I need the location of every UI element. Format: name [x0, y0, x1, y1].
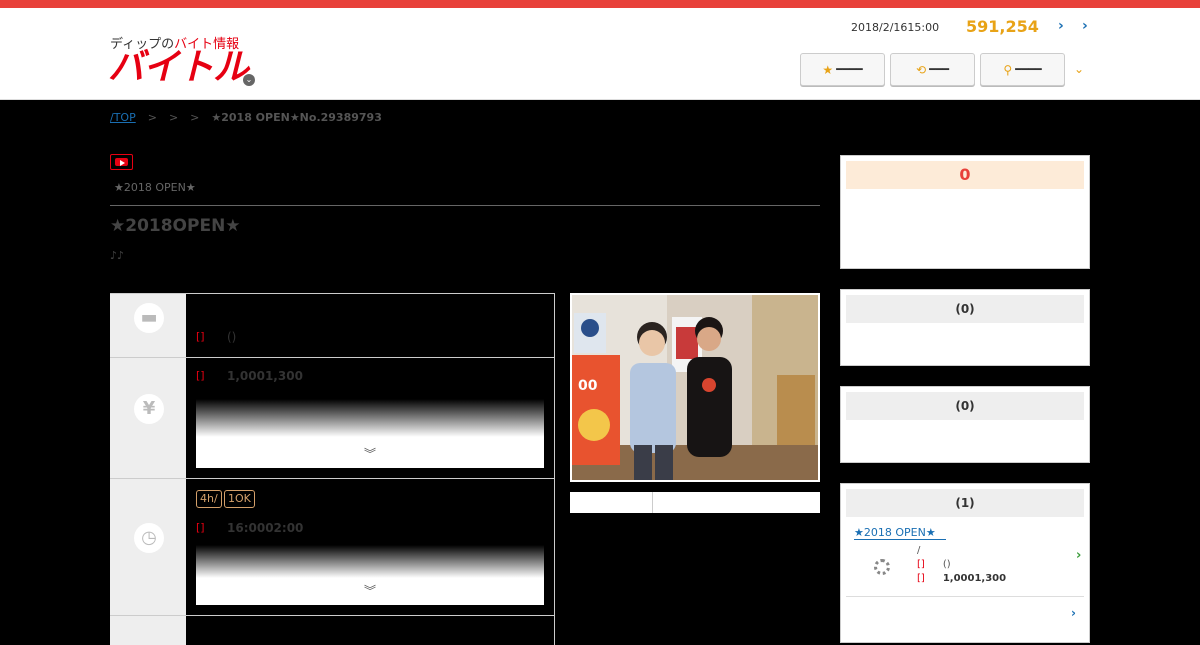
viewed-job-tag: []: [917, 559, 925, 570]
info-row-job-type: ▬ [] (): [110, 293, 555, 357]
hours-badge: 1OK: [224, 490, 255, 508]
recent-jobs-box: (0): [840, 289, 1090, 366]
breadcrumb-separator: >: [190, 111, 200, 124]
salary-detail-collapsed: ︾: [196, 399, 544, 468]
tab-divider: [652, 492, 653, 513]
favorite-jobs-header: (0): [846, 392, 1084, 420]
star-icon: ★: [822, 62, 834, 77]
job-subtitle: ★2018 OPEN★: [114, 181, 196, 194]
chevron-right-icon[interactable]: ›: [1076, 548, 1081, 563]
job-notes: ♪♪: [110, 249, 125, 262]
loading-spinner-icon: [874, 559, 890, 575]
more-link-chevron-icon[interactable]: ›: [1071, 606, 1076, 620]
row-value: (): [227, 330, 237, 344]
info-row-location: [110, 615, 555, 645]
job-title: ★2018OPEN★: [110, 216, 241, 236]
site-logo[interactable]: バイトル: [108, 48, 249, 88]
expand-chevron-icon[interactable]: ︾: [196, 445, 544, 462]
info-row-hours: ◷ 4h/ 1OK [] 16:0002:00 ︾: [110, 478, 555, 615]
site-header: ディップのバイト情報 バイトル ⌄ 2018/2/1615:00 591,254…: [0, 8, 1200, 100]
viewed-job-link[interactable]: ★2018 OPEN★: [854, 526, 946, 540]
divider: [846, 596, 1084, 597]
row-tag: []: [196, 369, 205, 382]
row-tag: []: [196, 330, 205, 343]
viewed-job-category-text: /: [917, 545, 921, 556]
yen-icon: ¥: [134, 394, 164, 424]
expand-chevron-icon[interactable]: ︾: [196, 582, 544, 599]
divider: [110, 205, 820, 206]
favorites-button[interactable]: ★ ━━━━: [800, 53, 885, 86]
viewed-job-tag: []: [917, 573, 925, 584]
row-value: 1,0001,300: [227, 369, 303, 383]
chevron-down-icon[interactable]: ⌄: [1074, 62, 1084, 76]
history-button[interactable]: ⟲ ━━━: [890, 53, 975, 86]
top-accent-bar: [0, 0, 1200, 8]
clock-icon: ◷: [134, 523, 164, 553]
row-icon-cell: ▬: [110, 294, 186, 357]
breadcrumb-current: ★2018 OPEN★No.29389793: [211, 111, 382, 124]
logo-menu-chevron-icon[interactable]: ⌄: [243, 74, 255, 86]
search-icon: ⚲: [1003, 62, 1013, 77]
application-count: 0: [846, 161, 1084, 189]
viewed-jobs-header: (1): [846, 489, 1084, 517]
staff-photo: 00: [572, 295, 818, 480]
viewed-job-salary-value: 1,0001,300: [942, 573, 1007, 584]
breadcrumb-separator: >: [168, 111, 179, 124]
viewed-job-type-value: (): [942, 559, 951, 570]
favorite-jobs-box: (0): [840, 386, 1090, 463]
viewed-job-type: [] (): [917, 559, 951, 570]
row-content: [] (): [186, 294, 555, 357]
row-content: [186, 616, 555, 645]
workplace-photo[interactable]: 00: [570, 293, 820, 482]
row-value: 16:0002:00: [227, 521, 304, 535]
chevron-right-icon[interactable]: ›: [1082, 18, 1088, 34]
video-icon[interactable]: [110, 154, 133, 170]
recent-jobs-header: (0): [846, 295, 1084, 323]
hours-badge: 4h/: [196, 490, 222, 508]
row-tag: []: [196, 521, 205, 534]
row-icon-cell: ◷: [110, 479, 186, 615]
viewed-job-salary: [] 1,0001,300: [917, 573, 1006, 584]
breadcrumb: /TOP > > > ★2018 OPEN★No.29389793: [110, 111, 382, 124]
row-icon-cell: [110, 616, 186, 645]
photo-tabs[interactable]: [570, 492, 820, 513]
viewed-job-category: /: [917, 545, 920, 556]
job-count: 591,254: [966, 17, 1039, 36]
viewed-jobs-box: (1) ★2018 OPEN★ / [] () [] 1,0001,300 › ›: [840, 483, 1090, 643]
breadcrumb-top-link[interactable]: /TOP: [110, 111, 136, 124]
search-button[interactable]: ⚲ ━━━━: [980, 53, 1065, 86]
update-timestamp: 2018/2/1615:00: [851, 21, 940, 34]
chevron-right-icon[interactable]: ›: [1058, 18, 1064, 34]
application-count-box: 0: [840, 155, 1090, 269]
row-content: 4h/ 1OK [] 16:0002:00 ︾: [186, 479, 555, 615]
info-row-salary: ¥ [] 1,0001,300 ︾: [110, 357, 555, 478]
history-icon: ⟲: [916, 62, 927, 77]
breadcrumb-separator: >: [147, 111, 157, 124]
briefcase-icon: ▬: [134, 303, 164, 333]
row-content: [] 1,0001,300 ︾: [186, 358, 555, 478]
row-icon-cell: ¥: [110, 358, 186, 478]
hours-detail-collapsed: ︾: [196, 545, 544, 605]
svg-text:00: 00: [578, 378, 598, 394]
